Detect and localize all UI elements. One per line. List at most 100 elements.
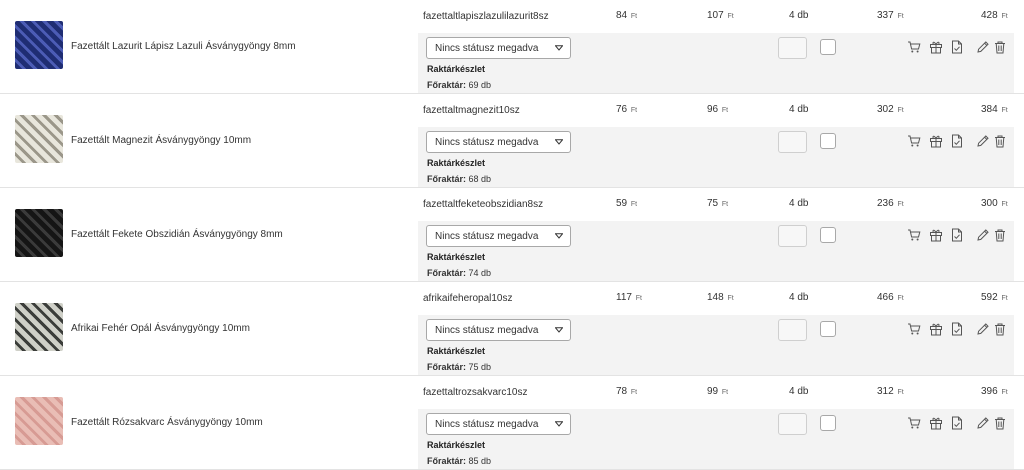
quantity: 4 db — [789, 198, 809, 209]
unit-price-net: 78 Ft — [616, 386, 638, 397]
cart-icon[interactable] — [907, 134, 921, 148]
total-gross: 300 Ft — [981, 198, 1008, 209]
unit-price-gross: 148 Ft — [707, 292, 734, 303]
product-sku: fazettaltlapiszlazulilazurit8sz — [423, 11, 549, 22]
status-select-value: Nincs státusz megadva — [435, 43, 539, 54]
quantity: 4 db — [789, 386, 809, 397]
stock-heading: Raktárkészlet — [427, 440, 486, 450]
quantity-input[interactable] — [778, 319, 807, 341]
document-check-icon[interactable] — [950, 228, 964, 242]
stock-heading: Raktárkészlet — [427, 158, 486, 168]
order-items-list: Fazettált Lazurit Lápisz Lazuli Ásványgy… — [0, 0, 1024, 470]
unit-price-gross: 107 Ft — [707, 10, 734, 21]
status-select-value: Nincs státusz megadva — [435, 137, 539, 148]
gift-box-icon[interactable] — [929, 134, 943, 148]
product-name[interactable]: Fazettált Lazurit Lápisz Lazuli Ásványgy… — [71, 41, 296, 52]
total-net: 466 Ft — [877, 292, 904, 303]
product-sku: afrikaifeheropal10sz — [423, 293, 513, 304]
trash-icon[interactable] — [993, 322, 1007, 336]
item-details-panel: Nincs státusz megadva Raktárkészlet Főra… — [418, 33, 1014, 93]
document-check-icon[interactable] — [950, 322, 964, 336]
chevron-down-icon — [555, 45, 563, 51]
total-net: 337 Ft — [877, 10, 904, 21]
product-name[interactable]: Afrikai Fehér Opál Ásványgyöngy 10mm — [71, 323, 250, 334]
pencil-icon[interactable] — [976, 40, 990, 54]
select-checkbox[interactable] — [820, 133, 836, 149]
stock-heading: Raktárkészlet — [427, 252, 486, 262]
product-sku: fazettaltmagnezit10sz — [423, 105, 520, 116]
document-check-icon[interactable] — [950, 134, 964, 148]
unit-price-gross: 96 Ft — [707, 104, 729, 115]
gift-box-icon[interactable] — [929, 416, 943, 430]
unit-price-net: 84 Ft — [616, 10, 638, 21]
status-select-value: Nincs státusz megadva — [435, 325, 539, 336]
quantity-input[interactable] — [778, 131, 807, 153]
pencil-icon[interactable] — [976, 134, 990, 148]
quantity: 4 db — [789, 104, 809, 115]
gift-box-icon[interactable] — [929, 322, 943, 336]
trash-icon[interactable] — [993, 228, 1007, 242]
stock-heading: Raktárkészlet — [427, 346, 486, 356]
total-net: 302 Ft — [877, 104, 904, 115]
status-select-value: Nincs státusz megadva — [435, 231, 539, 242]
select-checkbox[interactable] — [820, 321, 836, 337]
total-gross: 384 Ft — [981, 104, 1008, 115]
pencil-icon[interactable] — [976, 416, 990, 430]
status-select-value: Nincs státusz megadva — [435, 419, 539, 430]
chevron-down-icon — [555, 327, 563, 333]
select-checkbox[interactable] — [820, 227, 836, 243]
order-item-row: Fazettált Magnezit Ásványgyöngy 10mm faz… — [0, 94, 1024, 188]
cart-icon[interactable] — [907, 416, 921, 430]
document-check-icon[interactable] — [950, 416, 964, 430]
total-gross: 396 Ft — [981, 386, 1008, 397]
chevron-down-icon — [555, 233, 563, 239]
product-sku: fazettaltrozsakvarc10sz — [423, 387, 528, 398]
unit-price-gross: 99 Ft — [707, 386, 729, 397]
product-name[interactable]: Fazettált Rózsakvarc Ásványgyöngy 10mm — [71, 417, 263, 428]
item-details-panel: Nincs státusz megadva Raktárkészlet Főra… — [418, 315, 1014, 375]
item-details-panel: Nincs státusz megadva Raktárkészlet Főra… — [418, 221, 1014, 281]
chevron-down-icon — [555, 421, 563, 427]
stock-warehouse: Főraktár: 75 db — [427, 362, 492, 372]
select-checkbox[interactable] — [820, 39, 836, 55]
item-details-panel: Nincs státusz megadva Raktárkészlet Főra… — [418, 409, 1014, 469]
status-select[interactable]: Nincs státusz megadva — [426, 413, 571, 435]
order-item-row: Afrikai Fehér Opál Ásványgyöngy 10mm afr… — [0, 282, 1024, 376]
order-item-row: Fazettált Fekete Obszidián Ásványgyöngy … — [0, 188, 1024, 282]
stock-warehouse: Főraktár: 74 db — [427, 268, 492, 278]
quantity-input[interactable] — [778, 225, 807, 247]
total-net: 312 Ft — [877, 386, 904, 397]
cart-icon[interactable] — [907, 228, 921, 242]
trash-icon[interactable] — [993, 40, 1007, 54]
quantity-input[interactable] — [778, 37, 807, 59]
stock-warehouse: Főraktár: 68 db — [427, 174, 492, 184]
trash-icon[interactable] — [993, 416, 1007, 430]
unit-price-net: 76 Ft — [616, 104, 638, 115]
item-details-panel: Nincs státusz megadva Raktárkészlet Főra… — [418, 127, 1014, 187]
quantity: 4 db — [789, 292, 809, 303]
quantity: 4 db — [789, 10, 809, 21]
status-select[interactable]: Nincs státusz megadva — [426, 319, 571, 341]
total-gross: 592 Ft — [981, 292, 1008, 303]
cart-icon[interactable] — [907, 40, 921, 54]
status-select[interactable]: Nincs státusz megadva — [426, 131, 571, 153]
status-select[interactable]: Nincs státusz megadva — [426, 37, 571, 59]
unit-price-gross: 75 Ft — [707, 198, 729, 209]
pencil-icon[interactable] — [976, 228, 990, 242]
pencil-icon[interactable] — [976, 322, 990, 336]
product-name[interactable]: Fazettált Magnezit Ásványgyöngy 10mm — [71, 135, 251, 146]
chevron-down-icon — [555, 139, 563, 145]
quantity-input[interactable] — [778, 413, 807, 435]
gift-box-icon[interactable] — [929, 40, 943, 54]
status-select[interactable]: Nincs státusz megadva — [426, 225, 571, 247]
select-checkbox[interactable] — [820, 415, 836, 431]
stock-warehouse: Főraktár: 69 db — [427, 80, 492, 90]
trash-icon[interactable] — [993, 134, 1007, 148]
product-name[interactable]: Fazettált Fekete Obszidián Ásványgyöngy … — [71, 229, 283, 240]
unit-price-net: 59 Ft — [616, 198, 638, 209]
stock-heading: Raktárkészlet — [427, 64, 486, 74]
total-gross: 428 Ft — [981, 10, 1008, 21]
cart-icon[interactable] — [907, 322, 921, 336]
document-check-icon[interactable] — [950, 40, 964, 54]
gift-box-icon[interactable] — [929, 228, 943, 242]
